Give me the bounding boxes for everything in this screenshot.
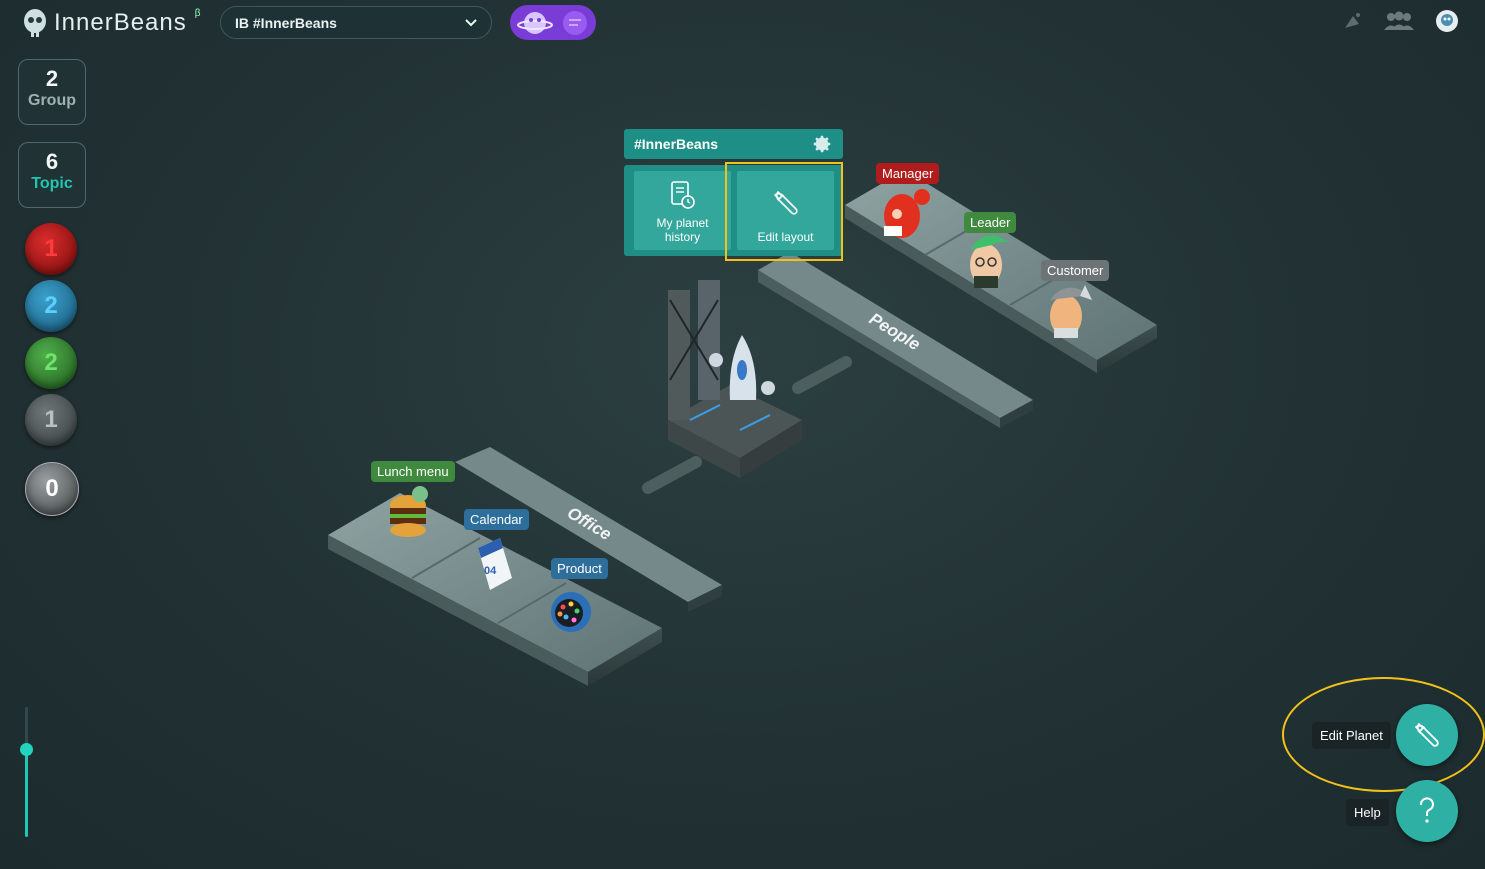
beta-mark: β bbox=[194, 7, 201, 19]
group-counter[interactable]: 2 Group bbox=[18, 59, 86, 125]
team-members-icon[interactable] bbox=[1383, 10, 1415, 37]
bean-logo-icon bbox=[24, 9, 46, 37]
calendar-label[interactable]: Calendar bbox=[464, 509, 529, 530]
edit-layout-highlight bbox=[725, 162, 843, 261]
help-label: Help bbox=[1346, 799, 1389, 826]
workspace-value: IB #InnerBeans bbox=[235, 15, 337, 31]
user-avatar[interactable] bbox=[1435, 9, 1459, 38]
help-button[interactable] bbox=[1396, 780, 1458, 842]
planet-card-title: #InnerBeans bbox=[634, 136, 718, 152]
lunch-menu-label[interactable]: Lunch menu bbox=[371, 461, 455, 482]
planet-chat-toggle[interactable] bbox=[510, 5, 596, 40]
people-island-label: People bbox=[866, 309, 924, 354]
group-count: 2 bbox=[45, 66, 59, 91]
workspace-prefix: IB bbox=[235, 14, 249, 31]
planet-card-title-text: #InnerBeans bbox=[634, 136, 719, 152]
product-watch-icon[interactable] bbox=[551, 592, 591, 632]
group-label: Group bbox=[28, 92, 76, 109]
my-planet-history-button[interactable]: My planet history bbox=[634, 171, 731, 250]
topic-label: Topic bbox=[31, 175, 73, 192]
manager-label[interactable]: Manager bbox=[876, 163, 940, 184]
workspace-name: #InnerBeans bbox=[252, 14, 337, 31]
broadcast-icon[interactable] bbox=[1341, 10, 1363, 37]
mood-bubble-blue[interactable]: 2 bbox=[25, 280, 77, 332]
calendar-icon[interactable]: 04 bbox=[478, 538, 512, 590]
app-title: InnerBeans bbox=[54, 9, 187, 36]
product-label[interactable]: Product bbox=[551, 558, 608, 579]
zoom-slider-handle[interactable] bbox=[20, 743, 33, 756]
zoom-slider[interactable] bbox=[25, 707, 28, 837]
planet-card-header: #InnerBeans bbox=[624, 129, 843, 159]
chevron-down-icon bbox=[465, 18, 477, 26]
history-document-icon bbox=[670, 181, 695, 209]
question-mark-icon bbox=[1419, 797, 1434, 823]
burger-icon[interactable] bbox=[390, 486, 428, 537]
mood-bubble-value: 2 bbox=[44, 349, 58, 376]
mood-bubble-value: 1 bbox=[44, 235, 58, 262]
mood-bubble-value: 0 bbox=[45, 475, 59, 502]
planet-icon bbox=[517, 11, 553, 34]
office-island-label: Office bbox=[564, 503, 615, 544]
edit-planet-label: Edit Planet bbox=[1312, 722, 1391, 749]
mood-bubble-red[interactable]: 1 bbox=[25, 223, 77, 275]
wrench-icon bbox=[1415, 723, 1439, 747]
connector-pipes bbox=[642, 356, 852, 494]
customer-label[interactable]: Customer bbox=[1041, 260, 1110, 281]
people-ramp[interactable] bbox=[758, 252, 1033, 428]
chat-icon bbox=[563, 10, 587, 35]
history-label-line2: history bbox=[664, 230, 701, 244]
manager-avatar[interactable] bbox=[884, 189, 930, 238]
customer-avatar[interactable] bbox=[1050, 285, 1092, 338]
topic-counter[interactable]: 6 Topic bbox=[18, 142, 86, 208]
people-platform[interactable] bbox=[845, 170, 1157, 373]
rocket-launch-tower[interactable] bbox=[668, 280, 802, 478]
calendar-day: 04 bbox=[484, 565, 497, 577]
edit-planet-button[interactable] bbox=[1396, 704, 1458, 766]
topic-count: 6 bbox=[45, 149, 59, 174]
leader-avatar[interactable] bbox=[970, 235, 1010, 288]
mood-bubble-clear[interactable]: 0 bbox=[25, 462, 79, 516]
app-logo[interactable]: InnerBeans β bbox=[22, 8, 201, 38]
leader-label[interactable]: Leader bbox=[964, 212, 1017, 233]
top-right-toolbar bbox=[1341, 9, 1459, 38]
gear-icon[interactable] bbox=[811, 133, 833, 155]
mood-bubble-green[interactable]: 2 bbox=[25, 337, 77, 389]
mood-bubble-value: 1 bbox=[44, 406, 58, 433]
mood-bubble-value: 2 bbox=[44, 292, 58, 319]
history-label-line1: My planet bbox=[656, 216, 709, 230]
mood-bubble-gray[interactable]: 1 bbox=[25, 394, 77, 446]
workspace-select[interactable]: IB #InnerBeans bbox=[220, 6, 492, 39]
